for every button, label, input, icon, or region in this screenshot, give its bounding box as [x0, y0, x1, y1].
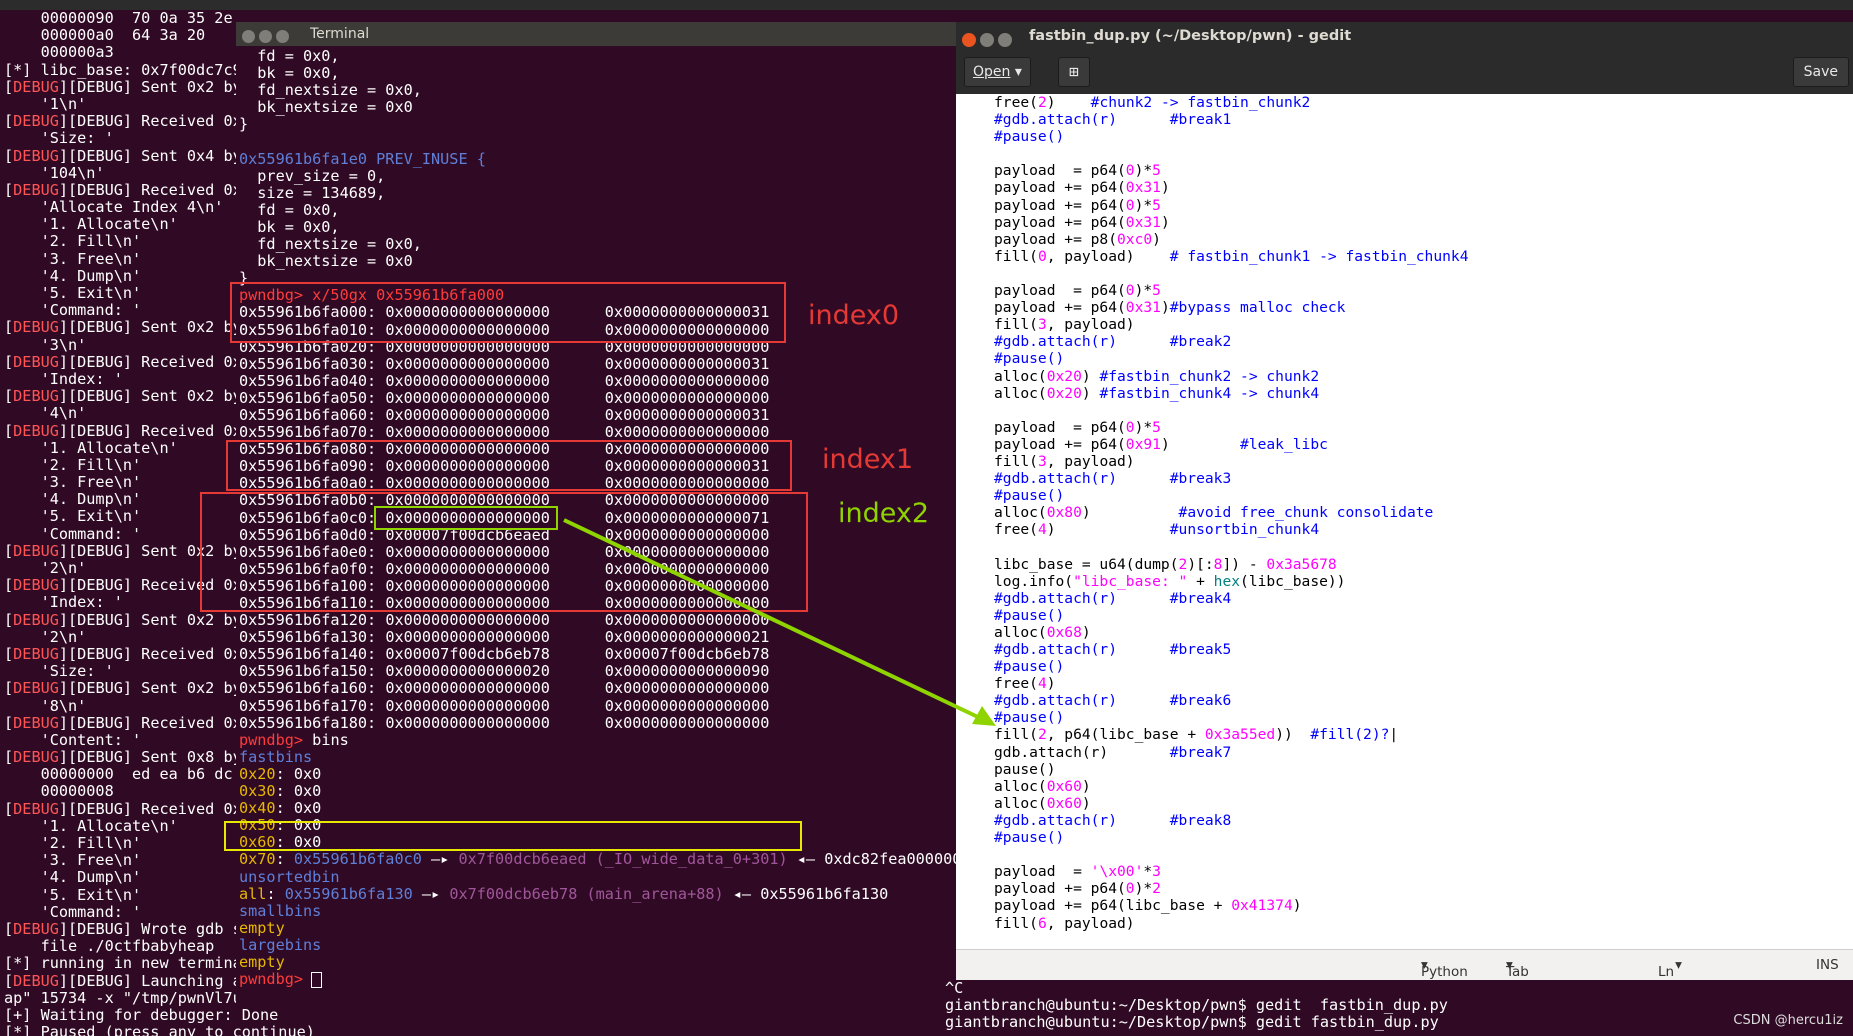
arrow-overlay — [563, 518, 996, 726]
arrow-line — [563, 518, 981, 720]
watermark: CSDN @hercu1iz — [1733, 1013, 1843, 1028]
